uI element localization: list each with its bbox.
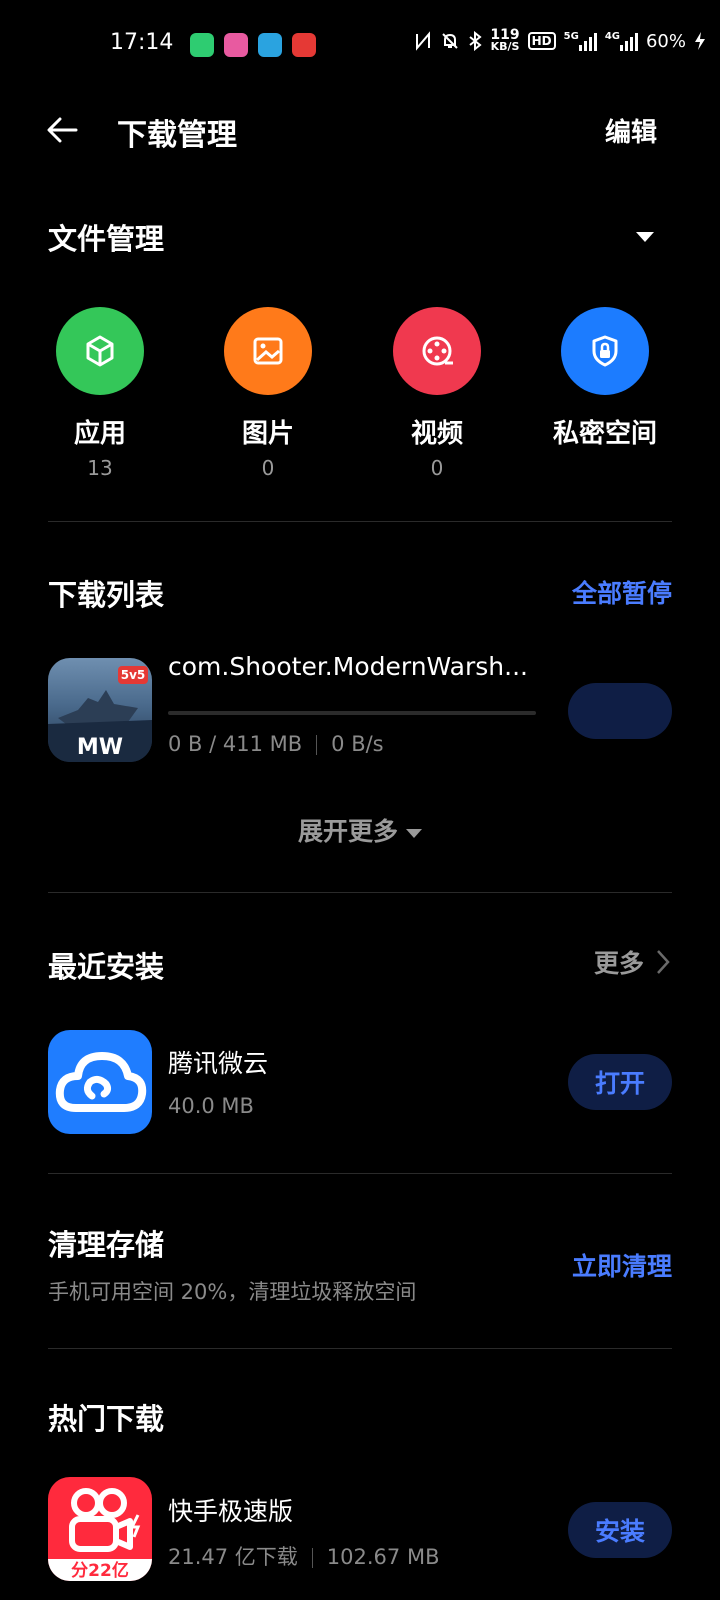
divider: [48, 892, 672, 893]
notification-icons: [190, 33, 316, 57]
pause-all-button[interactable]: 全部暂停: [572, 574, 672, 610]
download-progress-bar: [168, 711, 536, 715]
separator: [311, 1548, 313, 1568]
status-indicators: 119 KB/S HD 5G 4G 60%: [414, 27, 706, 53]
hot-app-meta: 21.47 亿下载 102.67 MB: [168, 1541, 439, 1571]
download-speed: 0 B/s: [331, 732, 384, 756]
hot-app-name: 快手极速版: [168, 1497, 294, 1526]
divider: [48, 1348, 672, 1349]
recent-app-size: 40.0 MB: [168, 1094, 254, 1118]
app-header: 下载管理 编辑: [0, 100, 720, 160]
recent-installs-more-link[interactable]: 更多: [594, 944, 670, 980]
status-bar: 17:14 119 KB/S HD 5G 4G 60%: [0, 0, 720, 90]
file-category-label: 应用: [73, 419, 126, 449]
divider: [48, 521, 672, 522]
clean-storage-subtitle: 手机可用空间 20%，清理垃圾释放空间: [48, 1280, 417, 1304]
divider: [48, 1173, 672, 1174]
install-button[interactable]: 安装: [568, 1502, 672, 1558]
charging-bolt-icon: [695, 32, 705, 50]
file-management-title: 文件管理: [48, 222, 165, 256]
download-action-button[interactable]: [568, 683, 672, 739]
file-category-videos[interactable]: 视频 0: [367, 307, 507, 480]
warship-icon: 5v5 MW: [48, 666, 152, 762]
app-icon-logo: MW: [77, 735, 123, 760]
file-category-label: 视频: [410, 419, 463, 449]
status-time: 17:14: [110, 30, 174, 55]
download-list-title: 下载列表: [48, 578, 165, 612]
hot-app-size: 102.67 MB: [326, 1545, 440, 1569]
battery-saver-notification-icon: [190, 33, 214, 57]
edit-button[interactable]: 编辑: [605, 112, 657, 149]
tencent-weiyun-app-icon: [48, 1030, 152, 1134]
shield-lock-icon: [561, 307, 649, 395]
clean-storage-title: 清理存储: [48, 1228, 165, 1262]
jd-notification-icon: [292, 33, 316, 57]
open-button[interactable]: 打开: [568, 1054, 672, 1110]
file-category-label: 图片: [241, 419, 294, 449]
kuaishou-lite-app-icon: 分22亿: [48, 1477, 152, 1581]
mute-bell-icon: [442, 33, 459, 49]
signal-5g-icon: 5G: [564, 31, 597, 51]
file-category-label: 私密空间: [552, 419, 657, 449]
file-category-private-space[interactable]: 私密空间: [535, 307, 675, 477]
nfc-icon: [416, 31, 431, 51]
app-icon-caption: 分22亿: [71, 1560, 129, 1581]
download-progress-text: 0 B / 411 MB: [168, 732, 303, 756]
page-title: 下载管理: [117, 118, 237, 153]
expand-chevron-icon: [406, 828, 422, 838]
file-category-count: 13: [87, 456, 113, 480]
bilibili-notification-icon: [224, 33, 248, 57]
bluetooth-icon: [469, 31, 482, 51]
app-icon-badge: 5v5: [121, 668, 146, 682]
recent-installs-title: 最近安装: [48, 950, 165, 984]
recent-app-name: 腾讯微云: [168, 1049, 269, 1078]
battery-percent: 60%: [645, 30, 686, 52]
download-app-name: com.Shooter.ModernWarsh...: [168, 652, 528, 681]
collapse-toggle-icon[interactable]: [636, 232, 654, 242]
separator: [316, 735, 318, 755]
network-speed: 119 KB/S: [490, 27, 520, 53]
film-reel-icon: [393, 307, 481, 395]
telegram-notification-icon: [258, 33, 282, 57]
file-category-count: 0: [261, 456, 275, 480]
kuaishou-camera-icon: 分22亿: [48, 1488, 152, 1581]
file-category-count: 0: [430, 456, 444, 480]
expand-more-label: 展开更多: [297, 817, 398, 846]
hd-voice-badge: HD: [527, 32, 556, 50]
hot-app-downloads: 21.47 亿下载: [168, 1545, 298, 1569]
cube-icon: [56, 307, 144, 395]
cloud-icon: [55, 1052, 147, 1112]
signal-4g-icon: 4G: [605, 31, 638, 51]
file-category-apps[interactable]: 应用 13: [30, 307, 170, 480]
clean-now-button[interactable]: 立即清理: [572, 1247, 672, 1283]
download-meta: 0 B / 411 MB 0 B/s: [168, 732, 384, 756]
hot-downloads-title: 热门下载: [48, 1402, 165, 1436]
image-icon: [224, 307, 312, 395]
file-category-images[interactable]: 图片 0: [198, 307, 338, 480]
chevron-right-icon: [657, 950, 670, 974]
back-arrow-icon[interactable]: [44, 110, 84, 150]
modern-warships-app-icon: 5v5 MW: [48, 658, 152, 762]
expand-more-button[interactable]: 展开更多: [0, 812, 720, 848]
more-label: 更多: [593, 949, 644, 978]
